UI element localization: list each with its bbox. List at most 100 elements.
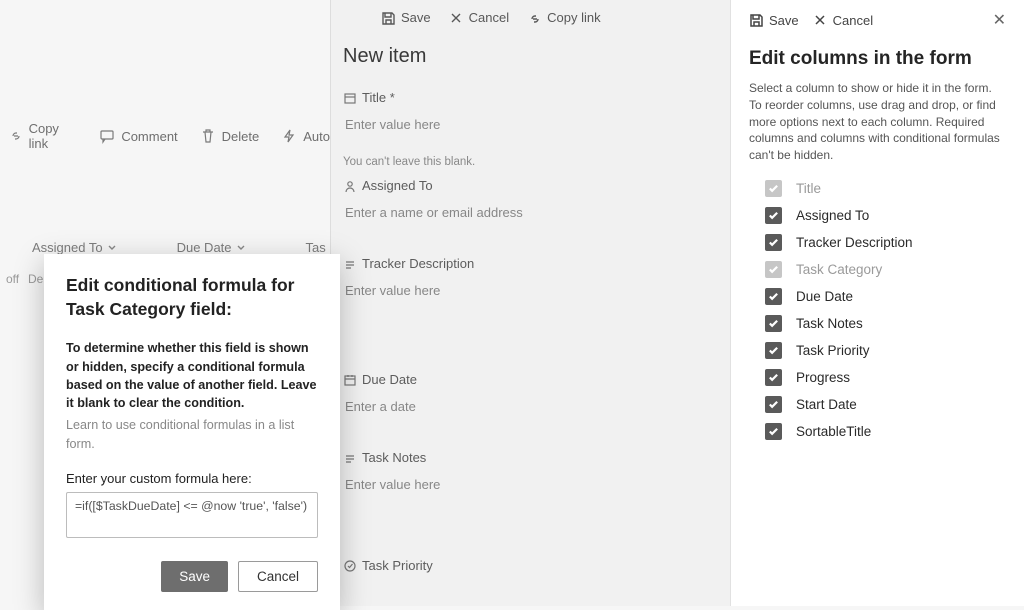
link-icon (527, 11, 541, 25)
title-input[interactable]: Enter value here (343, 111, 718, 138)
delete-icon (200, 128, 216, 144)
column-header-label: Due Date (177, 240, 232, 255)
column-label: Task Category (796, 262, 882, 277)
copy-link-label: Copy link (547, 10, 600, 25)
column-label: Progress (796, 370, 850, 385)
tracker-description-input[interactable]: Enter value here (343, 277, 718, 304)
chevron-down-icon (236, 243, 246, 253)
column-checkbox[interactable] (765, 423, 782, 440)
column-row[interactable]: Task Priority (765, 342, 1006, 359)
dialog-button-row: Save Cancel (66, 561, 318, 592)
column-row[interactable]: SortableTitle (765, 423, 1006, 440)
calendar-icon (343, 373, 356, 386)
background-list-toolbar: Copy link Comment Delete Auto (0, 116, 330, 156)
field-label-text: Due Date (362, 372, 417, 387)
column-row[interactable]: Tracker Description (765, 234, 1006, 251)
column-label: Title (796, 181, 821, 196)
column-row[interactable]: Start Date (765, 396, 1006, 413)
formula-textarea[interactable] (66, 492, 318, 538)
column-header-assigned-to[interactable]: Assigned To (32, 240, 117, 255)
column-checkbox[interactable] (765, 207, 782, 224)
cancel-command[interactable]: Cancel (813, 13, 873, 28)
field-title: Title * Enter value here (331, 86, 730, 154)
edit-columns-title: Edit columns in the form (749, 48, 1006, 70)
grid-cell: De (28, 272, 43, 286)
column-checkbox[interactable] (765, 315, 782, 332)
automate-label: Auto (303, 129, 330, 144)
delete-command[interactable]: Delete (200, 128, 260, 144)
automate-command[interactable]: Auto (281, 128, 330, 144)
column-header-task[interactable]: Tas (306, 240, 326, 255)
conditional-formula-dialog: Edit conditional formula for Task Catego… (44, 254, 340, 610)
text-icon (343, 257, 356, 270)
column-label: Tracker Description (796, 235, 913, 250)
title-validation-error: You can't leave this blank. (331, 154, 730, 174)
comment-label: Comment (121, 129, 177, 144)
column-label: Task Priority (796, 343, 870, 358)
field-task-priority: Task Priority (331, 554, 730, 595)
panel-close-button[interactable]: ✕ (993, 10, 1006, 30)
dialog-body-strong: To determine whether this field is shown… (66, 341, 317, 410)
column-checkbox (765, 261, 782, 278)
grid-column-headers: Assigned To Due Date Tas (0, 240, 330, 255)
column-label: Due Date (796, 289, 853, 304)
column-label: Task Notes (796, 316, 863, 331)
column-label: SortableTitle (796, 424, 871, 439)
save-icon (381, 11, 395, 25)
save-command[interactable]: Save (749, 13, 799, 28)
field-due-date: Due Date Enter a date (331, 368, 730, 436)
text-icon (343, 451, 356, 464)
comment-icon (99, 128, 115, 144)
save-icon (749, 13, 763, 27)
column-checkbox (765, 180, 782, 197)
column-checkbox[interactable] (765, 342, 782, 359)
column-header-due-date[interactable]: Due Date (177, 240, 246, 255)
copy-link-label: Copy link (29, 121, 78, 151)
cancel-button[interactable]: Cancel (238, 561, 318, 592)
save-label: Save (401, 10, 431, 25)
automate-icon (281, 128, 297, 144)
save-label: Save (769, 13, 799, 28)
new-item-panel: Save Cancel Copy link New item Title * E… (330, 0, 730, 606)
column-header-label: Assigned To (32, 240, 103, 255)
learn-link[interactable]: Learn to use conditional formulas in a l… (66, 416, 318, 453)
column-row[interactable]: Task Category (765, 261, 1006, 278)
save-button[interactable]: Save (161, 561, 228, 592)
grid-cell: off (6, 272, 19, 286)
column-header-label: Tas (306, 240, 326, 255)
task-notes-input[interactable]: Enter value here (343, 471, 718, 498)
column-checkbox[interactable] (765, 369, 782, 386)
column-label: Assigned To (796, 208, 869, 223)
link-icon (8, 128, 23, 144)
column-checkbox[interactable] (765, 234, 782, 251)
column-row[interactable]: Assigned To (765, 207, 1006, 224)
due-date-input[interactable]: Enter a date (343, 393, 718, 420)
column-checkbox[interactable] (765, 396, 782, 413)
panel-title: New item (331, 25, 730, 86)
column-label: Start Date (796, 397, 857, 412)
assigned-to-input[interactable]: Enter a name or email address (343, 199, 718, 226)
delete-label: Delete (222, 129, 260, 144)
column-row[interactable]: Progress (765, 369, 1006, 386)
field-label-text: Task Priority (362, 558, 433, 573)
dialog-title: Edit conditional formula for Task Catego… (66, 274, 318, 321)
cancel-command[interactable]: Cancel (449, 10, 509, 25)
close-icon (813, 13, 827, 27)
column-row[interactable]: Title (765, 180, 1006, 197)
column-row[interactable]: Due Date (765, 288, 1006, 305)
comment-command[interactable]: Comment (99, 128, 177, 144)
edit-columns-description: Select a column to show or hide it in th… (749, 80, 1006, 164)
edit-columns-toolbar: Save Cancel ✕ (749, 10, 1006, 30)
column-row[interactable]: Task Notes (765, 315, 1006, 332)
save-command[interactable]: Save (381, 10, 431, 25)
person-icon (343, 179, 356, 192)
edit-columns-panel: Save Cancel ✕ Edit columns in the form S… (730, 0, 1024, 606)
close-icon (449, 11, 463, 25)
field-label-text: Assigned To (362, 178, 433, 193)
field-assigned-to: Assigned To Enter a name or email addres… (331, 174, 730, 242)
choice-icon (343, 559, 356, 572)
column-checkbox[interactable] (765, 288, 782, 305)
field-label-text: Title * (362, 90, 395, 105)
copy-link-command[interactable]: Copy link (527, 10, 600, 25)
copy-link-command[interactable]: Copy link (8, 121, 77, 151)
